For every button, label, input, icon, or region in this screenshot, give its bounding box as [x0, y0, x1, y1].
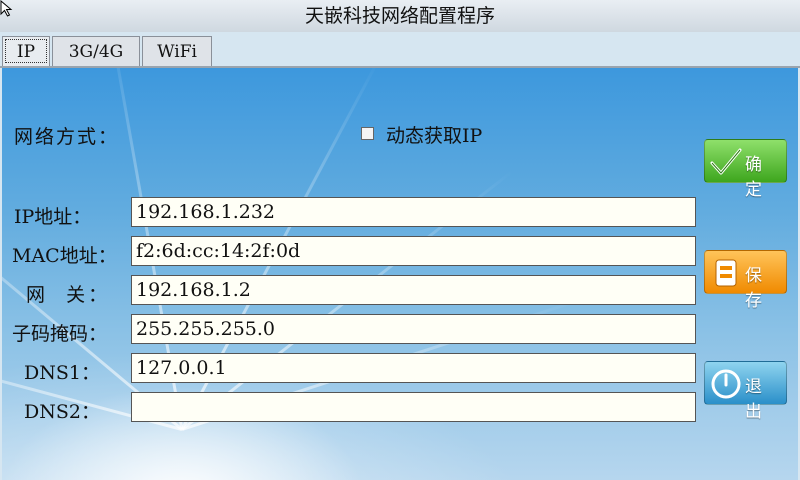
- subnet-mask-label: 子码掩码：: [12, 323, 108, 345]
- mac-address-field[interactable]: f2:6d:cc:14:2f:0d: [131, 236, 696, 266]
- gateway-field[interactable]: 192.168.1.2: [131, 275, 696, 305]
- tab-3g-4g[interactable]: 3G/4G: [52, 36, 140, 66]
- gateway-label: 网 关：: [26, 284, 111, 306]
- ip-address-label: IP地址：: [14, 206, 92, 228]
- checkmark-icon: [710, 148, 742, 175]
- dhcp-checkbox[interactable]: [361, 127, 374, 140]
- tab-ip[interactable]: IP: [2, 36, 50, 66]
- dns1-field[interactable]: 127.0.0.1: [131, 353, 696, 383]
- mouse-cursor-icon: [0, 0, 13, 17]
- save-button-label: 保存: [745, 266, 766, 311]
- mac-address-label: MAC地址：: [12, 245, 117, 267]
- dns1-label: DNS1：: [24, 362, 100, 384]
- ok-button-label: 确定: [745, 155, 766, 200]
- dns2-label: DNS2：: [24, 401, 100, 423]
- ok-button[interactable]: 确定: [704, 139, 787, 200]
- exit-button-label: 退出: [745, 377, 766, 422]
- network-mode-label: 网络方式：: [14, 126, 120, 148]
- save-button[interactable]: 保存: [704, 250, 787, 311]
- tab-wifi[interactable]: WiFi: [142, 36, 212, 66]
- exit-icon: [711, 369, 741, 399]
- ip-address-field[interactable]: 192.168.1.232: [131, 197, 696, 227]
- save-icon: [715, 259, 737, 287]
- dhcp-checkbox-label[interactable]: 动态获取IP: [386, 121, 482, 148]
- window-title: 天嵌科技网络配置程序: [304, 5, 495, 27]
- title-bar: 天嵌科技网络配置程序: [0, 0, 800, 32]
- subnet-mask-field[interactable]: 255.255.255.0: [131, 314, 696, 344]
- dns2-field[interactable]: [131, 392, 696, 422]
- exit-button[interactable]: 退出: [704, 361, 787, 422]
